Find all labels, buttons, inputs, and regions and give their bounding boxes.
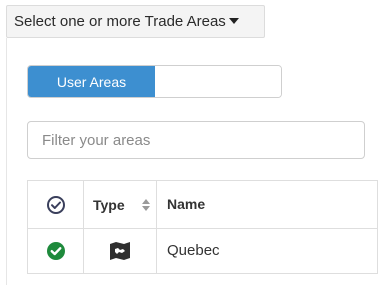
toggle-user-areas[interactable]: User Areas [28, 66, 155, 97]
table-row[interactable]: Quebec [27, 228, 378, 274]
name-column-label: Name [167, 195, 206, 212]
sort-icon[interactable] [142, 198, 150, 211]
select-all-header[interactable] [27, 180, 84, 229]
row-select-cell[interactable] [27, 228, 84, 274]
trade-areas-dropdown[interactable]: Select one or more Trade Areas [6, 5, 265, 38]
areas-toggle[interactable]: User Areas [27, 65, 282, 98]
filter-areas-input[interactable] [27, 121, 365, 159]
toggle-other-option[interactable] [155, 66, 281, 97]
row-type-cell [83, 228, 157, 274]
check-circle-filled-icon[interactable] [46, 241, 66, 261]
map-icon [108, 240, 132, 262]
row-name-cell: Quebec [156, 228, 378, 274]
toggle-user-areas-label: User Areas [56, 73, 127, 90]
type-column-header[interactable]: Type [83, 180, 157, 229]
panel-border [6, 38, 7, 285]
type-column-label: Type [93, 196, 125, 213]
caret-down-icon [228, 17, 239, 24]
row-name: Quebec [167, 242, 220, 259]
areas-table: Type Name Quebec [27, 180, 378, 274]
name-column-header[interactable]: Name [156, 180, 378, 229]
table-header-row: Type Name [27, 180, 378, 229]
trade-areas-dropdown-label: Select one or more Trade Areas [14, 13, 226, 30]
check-circle-outline-icon[interactable] [46, 195, 66, 215]
